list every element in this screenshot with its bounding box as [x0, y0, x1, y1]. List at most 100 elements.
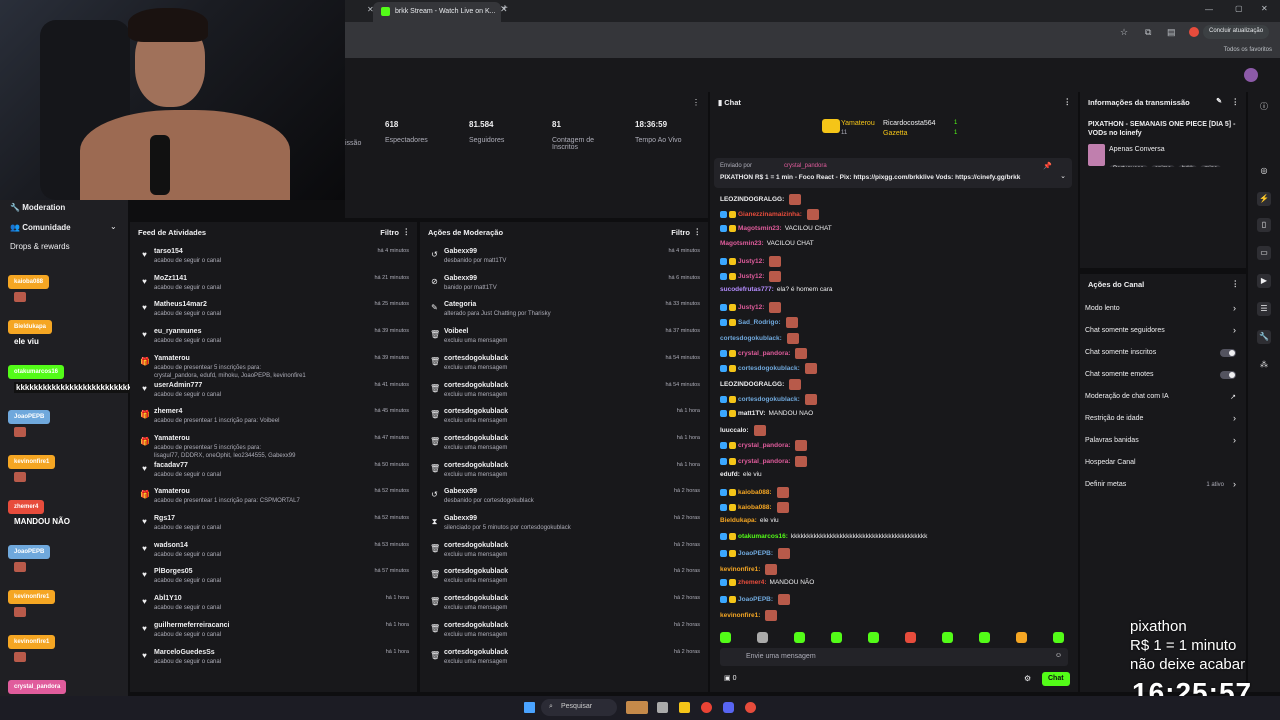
extension-icon[interactable]: ⧉: [1145, 27, 1151, 38]
chat-username[interactable]: Sad_Rodrigo:: [738, 319, 781, 326]
chat-username[interactable]: zhemer4:: [738, 579, 767, 586]
item-name[interactable]: cortesdogokublack: [444, 622, 508, 629]
item-name[interactable]: Gabexx99: [444, 275, 477, 282]
chat-username[interactable]: JoaoPEPB:: [738, 597, 773, 604]
chat-message[interactable]: Gianezzinamaizinha:: [720, 209, 819, 221]
chrome-icon[interactable]: [701, 702, 712, 713]
channel-action[interactable]: Hospedar Canal: [1085, 459, 1136, 466]
profile-icon[interactable]: [1189, 27, 1199, 37]
list-item[interactable]: 🗑 cortesdogokublack excluiu uma mensagem há…: [420, 618, 708, 645]
obs-icon[interactable]: [745, 702, 756, 713]
list-item[interactable]: 🗑 cortesdogokublack excluiu uma mensagem há…: [420, 591, 708, 618]
item-name[interactable]: wadson14: [154, 542, 188, 549]
item-name[interactable]: cortesdogokublack: [444, 355, 508, 362]
item-name[interactable]: Gabexx99: [444, 515, 477, 522]
bot-icon[interactable]: ◎: [1257, 164, 1271, 178]
chat-message[interactable]: Justy12:: [720, 301, 782, 313]
chevron-right-icon[interactable]: ›: [1233, 413, 1236, 423]
chat-username[interactable]: Justy12:: [738, 258, 764, 265]
send-button[interactable]: Chat: [1042, 672, 1070, 686]
item-name[interactable]: cortesdogokublack: [444, 382, 508, 389]
toggle-switch[interactable]: [1220, 371, 1236, 379]
nav-community[interactable]: 👥 Comunidade: [10, 223, 71, 232]
chat-username[interactable]: cortesdogokublack:: [720, 335, 782, 342]
list-item[interactable]: ♥ tarso154 acabou de seguir o canal há 4 mi…: [130, 244, 417, 271]
edit-icon[interactable]: ✎: [1216, 97, 1222, 105]
chat-message[interactable]: Justy12:: [720, 271, 782, 282]
chat-message[interactable]: cortesdogokublack:: [720, 394, 817, 406]
chat-message[interactable]: cortesdogokublack:: [720, 332, 799, 344]
pinned-message[interactable]: Enviado por crystal_pandora PIXATHON R$ …: [714, 158, 1072, 188]
channel-action[interactable]: Chat somente emotes: [1085, 371, 1153, 378]
pinned-user[interactable]: crystal_pandora: [784, 163, 827, 169]
video-icon[interactable]: ▶: [1257, 274, 1271, 288]
chat-message[interactable]: luuccalo:: [720, 425, 766, 436]
chevron-down-icon[interactable]: ⌄: [110, 222, 117, 231]
document-icon[interactable]: ▯: [1257, 218, 1271, 232]
chat-username[interactable]: cortesdogokublack:: [738, 366, 800, 373]
close-window-icon[interactable]: ✕: [1261, 4, 1268, 13]
chat-message[interactable]: Justy12:: [720, 255, 782, 267]
emote-icon[interactable]: [942, 632, 953, 643]
item-name[interactable]: Yamaterou: [154, 435, 190, 442]
chevron-down-icon[interactable]: ⌄: [1060, 172, 1066, 180]
item-name[interactable]: facadav77: [154, 462, 188, 469]
gifter-name[interactable]: Yamaterou: [841, 120, 875, 127]
tag[interactable]: mine: [1200, 165, 1222, 167]
item-name[interactable]: cortesdogokublack: [444, 595, 508, 602]
filter-button[interactable]: Filtro: [380, 228, 399, 237]
item-name[interactable]: MoZz1141: [154, 275, 187, 282]
list-item[interactable]: 🗑 cortesdogokublack excluiu uma mensagem há…: [420, 404, 708, 431]
taskbar-search[interactable]: ⌕ Pesquisar: [541, 699, 617, 716]
list-item[interactable]: 🗑 cortesdogokublack excluiu uma mensagem há…: [420, 378, 708, 405]
list-item[interactable]: 🎁 zhemer4 acabou de presentear 1 inscrição…: [130, 404, 417, 431]
item-name[interactable]: PlBorges05: [154, 568, 193, 575]
chevron-right-icon[interactable]: ›: [1233, 325, 1236, 335]
chat-message[interactable]: sucodefrutas777: ela? é homem cara: [720, 286, 832, 293]
list-item[interactable]: ♥ Rgs17 acabou de seguir o canal há 52 minu…: [130, 511, 417, 538]
more-options-icon[interactable]: ⋮: [1232, 279, 1240, 288]
tag[interactable]: Portuguese: [1109, 165, 1148, 167]
star-icon[interactable]: ☆: [1120, 27, 1128, 38]
more-options-icon[interactable]: ⋮: [692, 98, 700, 107]
chat-username[interactable]: Magotsmin23:: [738, 225, 782, 232]
maximize-icon[interactable]: ▢: [1235, 4, 1243, 13]
list-item[interactable]: 🎁 Yamaterou acabou de presentear 5 inscriç…: [130, 351, 417, 379]
wrench-icon[interactable]: 🔧: [1257, 330, 1271, 344]
list-item[interactable]: ♥ guilhermeferreiracanci acabou de seguir …: [130, 618, 417, 645]
toggle-switch[interactable]: [1220, 349, 1236, 357]
emoji-icon[interactable]: ☺: [1055, 652, 1062, 659]
close-tab-icon[interactable]: ✕: [367, 5, 374, 14]
chat-input[interactable]: Envie uma mensagem ☺: [720, 648, 1068, 666]
channel-action[interactable]: Modo lento: [1085, 305, 1120, 312]
item-name[interactable]: Gabexx99: [444, 488, 477, 495]
chat-message[interactable]: edufd: ele viu: [720, 471, 762, 478]
discord-icon[interactable]: [723, 702, 734, 713]
emote-icon[interactable]: [794, 632, 805, 643]
list-item[interactable]: 🗑 cortesdogokublack excluiu uma mensagem há…: [420, 645, 708, 672]
item-name[interactable]: userAdmin777: [154, 382, 202, 389]
chat-username[interactable]: sucodefrutas777:: [720, 286, 774, 293]
filter-button[interactable]: Filtro: [671, 228, 690, 237]
chat-username[interactable]: Justy12:: [738, 273, 764, 280]
message-icon[interactable]: ▭: [1257, 246, 1271, 260]
tag[interactable]: anime: [1150, 165, 1176, 167]
file-explorer-icon[interactable]: [679, 702, 690, 713]
chat-message[interactable]: kevinonfire1:: [720, 563, 778, 575]
item-name[interactable]: Gabexx99: [444, 248, 477, 255]
chat-username[interactable]: otakumarcos16:: [738, 533, 788, 540]
list-item[interactable]: ♥ wadson14 acabou de seguir o canal há 53 m…: [130, 538, 417, 565]
item-name[interactable]: cortesdogokublack: [444, 408, 508, 415]
list-item[interactable]: 🗑 cortesdogokublack excluiu uma mensagem há…: [420, 351, 708, 378]
chat-username[interactable]: luuccalo:: [720, 427, 749, 434]
item-name[interactable]: zhemer4: [154, 408, 182, 415]
chat-message[interactable]: zhemer4: MANDOU NÃO: [720, 579, 814, 586]
users-icon[interactable]: ⁂: [1257, 358, 1271, 372]
nav-moderation[interactable]: 🔧 Moderation: [10, 203, 65, 212]
chat-username[interactable]: kaioba088:: [738, 489, 772, 496]
update-button[interactable]: Concluir atualização: [1203, 25, 1270, 39]
more-options-icon[interactable]: ⋮: [1064, 97, 1072, 106]
chat-username[interactable]: kaioba088:: [738, 504, 772, 511]
chat-message[interactable]: JoaoPEPB:: [720, 548, 791, 560]
settings-icon[interactable]: ⚙: [1024, 674, 1031, 683]
